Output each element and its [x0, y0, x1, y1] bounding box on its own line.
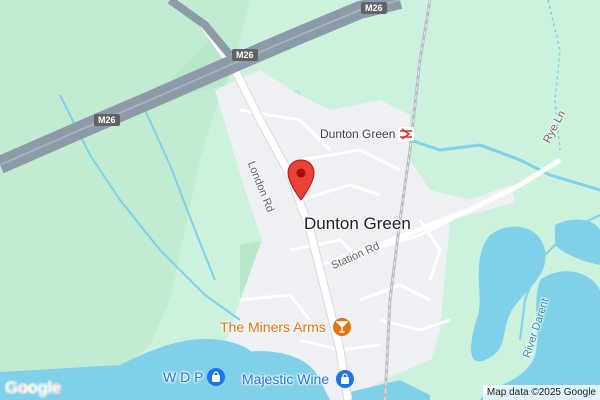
poi-majestic-wine-label[interactable]: Majestic Wine: [242, 372, 329, 386]
m26-shield: M26: [232, 49, 258, 61]
poi-w-d-p-label[interactable]: W D P: [163, 370, 203, 384]
town-label[interactable]: Dunton Green: [304, 215, 411, 232]
map-canvas[interactable]: M26 M26 M26 London Rd Station Rd Rye Ln …: [0, 0, 600, 400]
google-logo-text: Google: [5, 378, 61, 397]
station-label[interactable]: Dunton Green: [320, 128, 395, 140]
poi-the-miners-arms-label[interactable]: The Miners Arms: [220, 320, 326, 334]
map-attribution[interactable]: Map data ©2025 Google: [482, 385, 600, 400]
m26-shield: M26: [361, 2, 387, 14]
map-pin-icon[interactable]: [285, 158, 317, 202]
cocktail-icon[interactable]: [333, 318, 351, 336]
railway-station-icon[interactable]: [398, 127, 414, 141]
google-logo[interactable]: Google: [5, 378, 61, 398]
shopping-bag-icon[interactable]: [336, 370, 354, 388]
shopping-bag-icon[interactable]: [207, 368, 225, 386]
m26-shield: M26: [94, 114, 120, 126]
